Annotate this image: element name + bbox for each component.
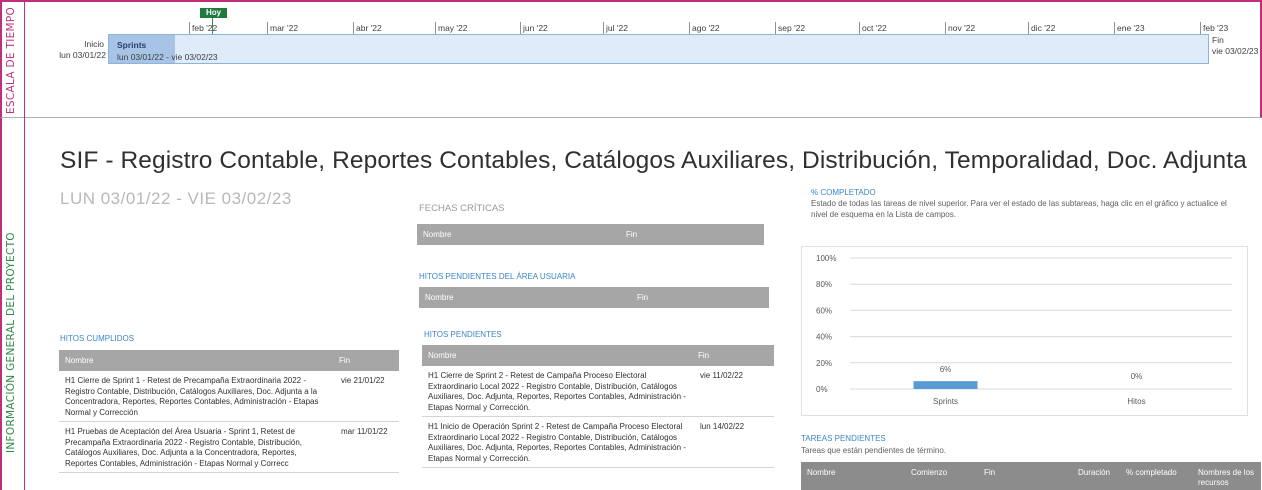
y-tick-label: 0% bbox=[816, 385, 828, 394]
column-header-end: Fin bbox=[620, 224, 764, 245]
info-side-label: INFORMACIÓN GENERAL DEL PROYECTO bbox=[5, 232, 17, 454]
table-row[interactable]: H1 Inicio de Operación Sprint 2 - Retest… bbox=[422, 416, 774, 468]
timeline-start: Inicio lun 03/01/22 bbox=[38, 39, 108, 61]
pending-milestones-table: Nombre Fin H1 Cierre de Sprint 2 - Retes… bbox=[422, 345, 774, 468]
pending-tasks-table: Nombre Comienzo Fin Duración % completad… bbox=[801, 462, 1261, 490]
timeline-bar-name: Sprints bbox=[117, 40, 147, 50]
timeline-tick: mar '22 bbox=[267, 22, 298, 34]
column-header-end: Fin bbox=[692, 345, 774, 366]
completed-milestones-table: Nombre Fin H1 Cierre de Sprint 1 - Retes… bbox=[59, 350, 399, 473]
pending-tasks-description: Tareas que están pendientes de término. bbox=[801, 446, 946, 455]
timeline-side-label: ESCALA DE TIEMPO bbox=[5, 6, 17, 114]
timeline-tick: feb '23 bbox=[1200, 22, 1228, 34]
percent-complete-chart[interactable]: 0% 20% 40% 60% 80% 100% 6% Sprints 0% Hitos bbox=[801, 246, 1248, 416]
table-row[interactable]: H1 Cierre de Sprint 2 - Retest de Campañ… bbox=[422, 366, 774, 417]
table-header-row: Nombre Fin bbox=[417, 224, 764, 245]
timeline-end-label: Fin bbox=[1212, 35, 1224, 45]
table-row[interactable]: H1 Pruebas de Aceptación del Área Usuari… bbox=[59, 421, 399, 473]
column-header-end: Fin bbox=[978, 462, 1072, 490]
timeline-tick: sep '22 bbox=[775, 22, 805, 34]
table-row[interactable]: H1 Cierre de Sprint 1 - Retest de Precam… bbox=[59, 371, 399, 422]
column-header-resources: Nombres de los recursos bbox=[1192, 462, 1261, 490]
timeline-bar-dates: lun 03/01/22 - vie 03/02/23 bbox=[117, 52, 218, 62]
column-header-name: Nombre bbox=[801, 462, 905, 490]
timeline-tick: nov '22 bbox=[945, 22, 975, 34]
project-title: SIF - Registro Contable, Reportes Contab… bbox=[60, 147, 1247, 174]
timeline-tick: ene '23 bbox=[1114, 22, 1145, 34]
column-header-end: Fin bbox=[333, 350, 399, 371]
timeline-divider bbox=[24, 2, 25, 120]
chart-bar bbox=[913, 381, 978, 389]
milestone-end: vie 21/01/22 bbox=[333, 371, 399, 422]
timeline-sprints-bar[interactable]: Sprints lun 03/01/22 - vie 03/02/23 bbox=[108, 34, 1209, 64]
percent-complete-label: % COMPLETADO bbox=[811, 188, 876, 197]
y-tick-label: 40% bbox=[816, 333, 832, 342]
critical-dates-label: FECHAS CRÍTICAS bbox=[419, 203, 505, 214]
timeline-tick: oct '22 bbox=[859, 22, 887, 34]
y-tick-label: 60% bbox=[816, 306, 832, 315]
timeline-tick: jul '22 bbox=[603, 22, 628, 34]
table-header-row: Nombre Fin bbox=[419, 287, 769, 308]
timeline-panel: ESCALA DE TIEMPO Hoy feb '22 mar '22 abr… bbox=[0, 0, 1262, 120]
column-header-name: Nombre bbox=[419, 287, 631, 308]
completed-milestones-label: HITOS CUMPLIDOS bbox=[60, 334, 135, 343]
pending-tasks-label: TAREAS PENDIENTES bbox=[801, 434, 886, 443]
data-label: 0% bbox=[1131, 372, 1143, 381]
y-tick-label: 100% bbox=[816, 254, 836, 263]
timeline-tick: dic '22 bbox=[1028, 22, 1055, 34]
table-header-row: Nombre Comienzo Fin Duración % completad… bbox=[801, 462, 1261, 490]
column-header-duration: Duración bbox=[1072, 462, 1120, 490]
user-area-milestones-label: HITOS PENDIENTES DEL ÁREA USUARIA bbox=[419, 272, 576, 281]
project-dates: LUN 03/01/22 - VIE 03/02/23 bbox=[60, 189, 292, 208]
milestone-name: H1 Cierre de Sprint 1 - Retest de Precam… bbox=[59, 371, 333, 422]
timeline-start-label: Inicio bbox=[84, 39, 104, 49]
timeline-tick: jun '22 bbox=[520, 22, 548, 34]
percent-complete-chart-svg: 0% 20% 40% 60% 80% 100% 6% Sprints 0% Hitos bbox=[816, 254, 1232, 406]
column-header-end: Fin bbox=[631, 287, 769, 308]
user-area-milestones-table: Nombre Fin bbox=[419, 287, 769, 308]
column-header-name: Nombre bbox=[59, 350, 333, 371]
milestone-end: mar 11/01/22 bbox=[333, 421, 399, 473]
timeline-tick: ago '22 bbox=[689, 22, 720, 34]
timeline-tick: may '22 bbox=[435, 22, 468, 34]
milestone-name: H1 Inicio de Operación Sprint 2 - Retest… bbox=[422, 416, 692, 468]
table-header-row: Nombre Fin bbox=[59, 350, 399, 371]
milestone-end: lun 14/02/22 bbox=[692, 416, 774, 468]
column-header-percent: % completado bbox=[1120, 462, 1192, 490]
timeline-end-date: vie 03/02/23 bbox=[1212, 46, 1259, 56]
column-header-name: Nombre bbox=[417, 224, 620, 245]
data-label: 6% bbox=[940, 365, 952, 374]
column-header-name: Nombre bbox=[422, 345, 692, 366]
percent-complete-description: Estado de todas las tareas de nivel supe… bbox=[811, 199, 1227, 219]
column-header-start: Comienzo bbox=[905, 462, 978, 490]
milestone-end: vie 11/02/22 bbox=[692, 366, 774, 417]
milestone-name: H1 Cierre de Sprint 2 - Retest de Campañ… bbox=[422, 366, 692, 417]
timeline-tick: abr '22 bbox=[353, 22, 382, 34]
milestone-name: H1 Pruebas de Aceptación del Área Usuari… bbox=[59, 421, 333, 473]
y-tick-label: 20% bbox=[816, 359, 832, 368]
y-tick-label: 80% bbox=[816, 280, 832, 289]
x-tick-label: Hitos bbox=[1127, 397, 1145, 406]
table-header-row: Nombre Fin bbox=[422, 345, 774, 366]
pending-milestones-label: HITOS PENDIENTES bbox=[424, 330, 502, 339]
timeline-start-date: lun 03/01/22 bbox=[59, 50, 106, 60]
info-divider bbox=[24, 118, 25, 490]
today-marker-label: Hoy bbox=[200, 8, 227, 18]
critical-dates-table: Nombre Fin bbox=[417, 224, 764, 245]
x-tick-label: Sprints bbox=[933, 397, 958, 406]
timeline-end: Fin vie 03/02/23 bbox=[1212, 35, 1262, 57]
timeline-tick: feb '22 bbox=[189, 22, 217, 34]
